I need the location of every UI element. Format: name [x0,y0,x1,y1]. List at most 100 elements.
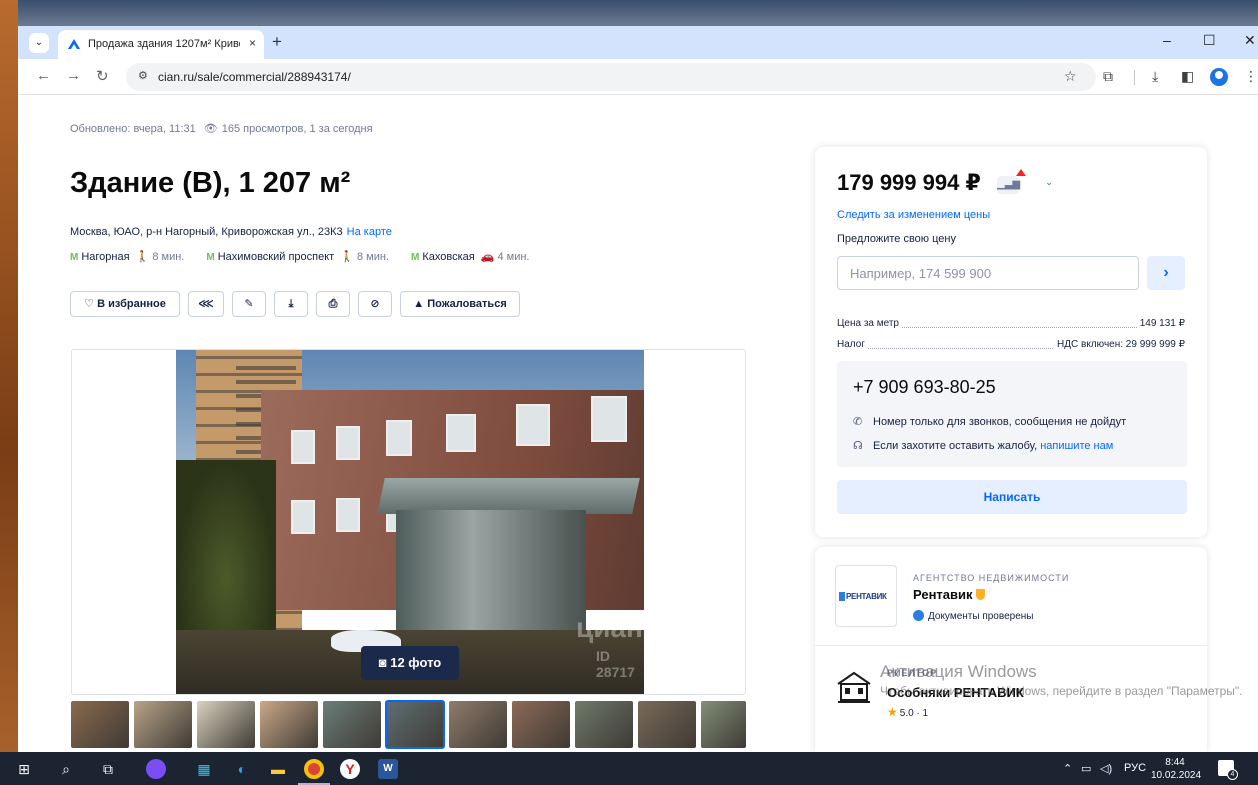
write-us-link[interactable]: напишите нам [1040,440,1113,452]
site-settings-icon[interactable]: ⚙ [138,69,148,82]
thumbnail[interactable] [512,701,570,748]
edge-browser-icon[interactable]: ◐ [232,759,252,779]
metro-icon: М [70,252,79,263]
bookmark-star-icon[interactable]: ☆ [1064,68,1077,85]
url-text: cian.ru/sale/commercial/288943174/ [158,70,351,84]
row-label: Цена за метр [837,318,902,329]
metro-list: М Нагорная 🚶 8 мин. М Нахимовский проспект 🚶 … [70,250,551,263]
desktop-top-strip [0,0,1258,26]
reload-icon[interactable]: ↻ [96,67,109,85]
pencil-icon: ✎ [244,298,254,310]
update-info: Обновлено: вчера, 11:31 👁 165 просмотров, … [70,122,373,135]
tab-search-button[interactable]: ⌄ [29,33,49,53]
print-button[interactable]: ⎙ [316,291,350,317]
windows-taskbar: ⊞ ⌕ ⧉ ▦ ◐ ▬ Y W ⌃ ▭ ◁) РУС 8:44 10.02.20… [0,752,1258,785]
calculator-icon[interactable]: ▦ [194,759,214,779]
side-panel-icon[interactable]: ◧ [1181,68,1194,85]
toolbar-separator [1134,70,1135,85]
price-up-arrow-icon [1016,169,1026,176]
app-circle-icon[interactable] [146,759,166,779]
realtor-name-link[interactable]: Особняки РЕНТАВИК [887,685,1024,700]
chevron-down-icon[interactable]: ⌄ [1042,175,1056,189]
forward-arrow-icon[interactable]: → [66,67,81,84]
complain-button[interactable]: ▲ Пожаловаться [400,291,520,317]
main-photo[interactable]: циан ID 28717 [176,350,644,694]
warning-icon: ▲ [413,298,425,310]
agency-name-link[interactable]: Рентавик [913,587,985,602]
language-indicator[interactable]: РУС [1124,762,1146,774]
tab-close-icon[interactable]: × [249,36,256,50]
maximize-button[interactable]: ☐ [1203,32,1216,49]
price-history-icon[interactable]: ▁▃▆ [997,176,1020,194]
address-line: Москва, ЮАО, р-н Нагорный, Криворожская … [70,226,392,238]
thumbnail[interactable] [701,701,746,748]
metro-item[interactable]: М Нагорная 🚶 8 мин. [70,250,184,263]
volume-icon[interactable]: ◁) [1100,762,1112,775]
share-icon: ⋘ [198,298,214,310]
thumbnail[interactable] [134,701,192,748]
close-window-button[interactable]: ✕ [1244,32,1256,49]
task-view-icon[interactable]: ⧉ [98,759,118,779]
network-icon[interactable]: ▭ [1081,762,1091,775]
photo-gallery[interactable]: циан ID 28717 ◙ 12 фото [71,349,746,695]
tab-title: Продажа здания 1207м² Криворожская [88,38,240,50]
calls-only-note: ✆ Номер только для звонков, сообщения не … [853,416,1127,428]
metro-time: 8 мин. [356,251,389,263]
search-icon[interactable]: ⌕ [56,759,76,779]
clock-time: 8:44 [1165,757,1185,768]
walk-icon: 🚶 [340,251,354,263]
thumbnail[interactable] [71,701,129,748]
watermark-id: ID 28717 [596,648,635,680]
realtor-type: РИЕЛТОР [887,668,938,678]
metro-time: 4 мин. [497,251,530,263]
metro-item[interactable]: М Каховская 🚗 4 мин. [411,250,530,263]
download-icon[interactable]: ⤓ [1152,68,1158,85]
phone-number[interactable]: +7 909 693-80-25 [853,377,996,398]
file-explorer-icon[interactable]: ▬ [268,759,288,779]
minimize-button[interactable]: – [1163,32,1171,48]
tray-overflow-icon[interactable]: ⌃ [1063,762,1072,775]
clock[interactable]: 8:44 10.02.2024 [1151,756,1201,782]
agency-logo-text: РЕНТАВИК [846,592,887,601]
back-arrow-icon[interactable]: ← [36,67,51,84]
word-icon[interactable]: W [378,759,398,779]
extensions-icon[interactable]: ⧉ [1103,68,1113,85]
notification-count: 4 [1227,769,1238,780]
thumbnail[interactable] [638,701,696,748]
thumbnail-active[interactable] [385,700,445,749]
photo-count-button[interactable]: ◙ 12 фото [361,646,459,680]
map-link[interactable]: На карте [347,226,392,238]
thumbnail[interactable] [449,701,507,748]
profile-avatar-icon[interactable] [1210,68,1228,86]
hide-button[interactable]: ⊘ [358,291,392,317]
photo-glass-entrance [396,510,586,650]
follow-price-link[interactable]: Следить за изменением цены [837,209,990,221]
active-tab[interactable]: Продажа здания 1207м² Криворожская × [58,30,264,59]
favorite-button[interactable]: ♡ В избранное [70,291,180,317]
share-button[interactable]: ⋘ [188,291,224,317]
thumbnail[interactable] [197,701,255,748]
thumbnail[interactable] [575,701,633,748]
thumbnail[interactable] [323,701,381,748]
offer-submit-button[interactable]: › [1147,256,1185,290]
download-button[interactable]: ⤓ [274,291,308,317]
photo-count-label: 12 фото [390,655,442,670]
new-tab-button[interactable]: + [272,32,282,52]
thumbnail[interactable] [260,701,318,748]
windows-start-icon[interactable]: ⊞ [14,759,34,779]
address-bar[interactable]: ⚙ cian.ru/sale/commercial/288943174/ [126,63,1096,91]
offer-price-input[interactable] [837,256,1139,290]
price: 179 999 994 ₽ [837,170,981,195]
browser-window: ⌄ Продажа здания 1207м² Криворожская × +… [18,26,1258,752]
metro-item[interactable]: М Нахимовский проспект 🚶 8 мин. [206,250,389,263]
write-message-button[interactable]: Написать [837,480,1187,514]
contact-box: +7 909 693-80-25 ✆ Номер только для звонк… [837,361,1187,467]
edit-note-button[interactable]: ✎ [232,291,266,317]
yandex-browser-icon[interactable]: Y [340,759,360,779]
row-value: НДС включен: 29 999 999 ₽ [1054,339,1185,350]
chrome-icon[interactable] [304,759,324,779]
tab-strip: ⌄ Продажа здания 1207м² Криворожская × +… [18,26,1258,59]
shield-icon [975,589,985,600]
menu-dots-icon[interactable]: ⋮ [1244,68,1258,85]
agency-logo[interactable]: РЕНТАВИК [835,565,897,627]
